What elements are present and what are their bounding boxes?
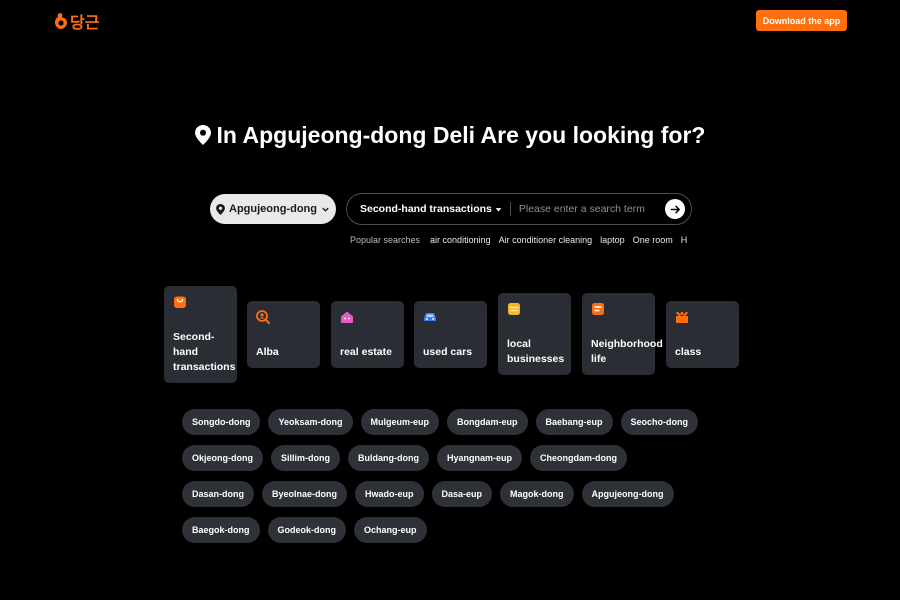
arrow-right-icon	[670, 205, 680, 213]
category-label: Neighborhood life	[591, 338, 663, 365]
category-card-used-cars[interactable]: used cars	[414, 301, 487, 368]
neighborhood-chip[interactable]: Apgujeong-dong	[581, 481, 674, 507]
logo-text: 당근	[70, 13, 100, 32]
neighborhood-chip[interactable]: Dasan-dong	[182, 481, 255, 507]
class-box-icon	[676, 311, 688, 323]
neighborhood-chip[interactable]: Baegok-dong	[182, 517, 260, 543]
neighborhood-chip[interactable]: Godeok-dong	[267, 517, 346, 543]
logo[interactable]: 당근	[55, 9, 99, 33]
neighborhood-chip[interactable]: Magok-dong	[500, 481, 574, 507]
chevron-down-icon	[322, 207, 329, 212]
neighborhood-chip[interactable]: Okjeong-dong	[182, 445, 263, 471]
neighborhood-chip[interactable]: Ochang-eup	[354, 517, 427, 543]
person-search-icon	[256, 310, 270, 324]
neighborhood-chip[interactable]: Yeoksam-dong	[268, 409, 353, 435]
neighborhood-chip[interactable]: Hyangnam-eup	[436, 445, 522, 471]
neighborhood-list: Songdo-dong Yeoksam-dong Mulgeum-eup Bon…	[182, 409, 702, 543]
popular-search-link[interactable]: One room	[633, 235, 673, 245]
category-card-class[interactable]: class	[666, 301, 739, 368]
neighborhood-chip[interactable]: Mulgeum-eup	[360, 409, 439, 435]
neighborhood-chip[interactable]: Bongdam-eup	[447, 409, 528, 435]
car-icon	[424, 313, 436, 321]
notes-icon	[592, 303, 604, 315]
category-label: class	[675, 346, 702, 358]
search-input[interactable]	[518, 203, 665, 215]
category-label: Alba	[256, 346, 279, 358]
page-title-text: In Apgujeong-dong Deli Are you looking f…	[216, 122, 706, 148]
carrot-logo-icon	[55, 13, 67, 29]
category-card-real-estate[interactable]: real estate	[331, 301, 404, 368]
neighborhood-chip[interactable]: Hwado-eup	[355, 481, 424, 507]
popular-search-link[interactable]: air conditioning	[430, 235, 491, 245]
popular-searches: Popular searches air conditioning Air co…	[350, 235, 688, 245]
location-label: Apgujeong-dong	[229, 203, 317, 215]
shopping-bag-icon	[174, 296, 186, 308]
page-title: In Apgujeong-dong Deli Are you looking f…	[0, 122, 900, 149]
house-icon	[341, 311, 353, 323]
category-label: used cars	[423, 346, 473, 358]
popular-search-link[interactable]: Air conditioner cleaning	[499, 235, 593, 245]
category-label: real estate	[340, 346, 392, 358]
category-card-neighborhood-life[interactable]: Neighborhood life	[582, 293, 663, 375]
category-label: local businesses	[507, 338, 565, 365]
neighborhood-chip[interactable]: Baebang-eup	[535, 409, 613, 435]
neighborhood-chip[interactable]: Cheongdam-dong	[530, 445, 627, 471]
category-card-alba[interactable]: Alba	[247, 301, 320, 368]
neighborhood-chip[interactable]: Sillim-dong	[271, 445, 340, 471]
download-app-button[interactable]: Download the app	[756, 10, 847, 31]
popular-searches-label: Popular searches	[350, 235, 421, 245]
search-bar: Second-hand transactions	[346, 193, 692, 225]
search-category-dropdown[interactable]: Second-hand transactions	[360, 203, 502, 215]
map-pin-icon	[216, 203, 225, 215]
caret-down-icon	[495, 207, 502, 212]
category-label: Second-hand transactions	[173, 331, 236, 373]
map-pin-icon	[194, 124, 211, 145]
neighborhood-chip[interactable]: Songdo-dong	[182, 409, 261, 435]
popular-search-link[interactable]: laptop	[600, 235, 625, 245]
store-icon	[508, 303, 520, 315]
search-divider	[509, 202, 511, 216]
category-card-second-hand[interactable]: Second-hand transactions	[164, 286, 237, 383]
neighborhood-chip[interactable]: Byeolnae-dong	[262, 481, 348, 507]
search-submit-button[interactable]	[665, 199, 685, 219]
neighborhood-chip[interactable]: Seocho-dong	[620, 409, 699, 435]
search-category-label: Second-hand transactions	[360, 203, 492, 215]
popular-search-link[interactable]: H	[681, 235, 688, 245]
category-card-local-businesses[interactable]: local businesses	[498, 293, 571, 375]
location-selector[interactable]: Apgujeong-dong	[210, 194, 336, 224]
neighborhood-chip[interactable]: Buldang-dong	[348, 445, 429, 471]
neighborhood-chip[interactable]: Dasa-eup	[431, 481, 493, 507]
